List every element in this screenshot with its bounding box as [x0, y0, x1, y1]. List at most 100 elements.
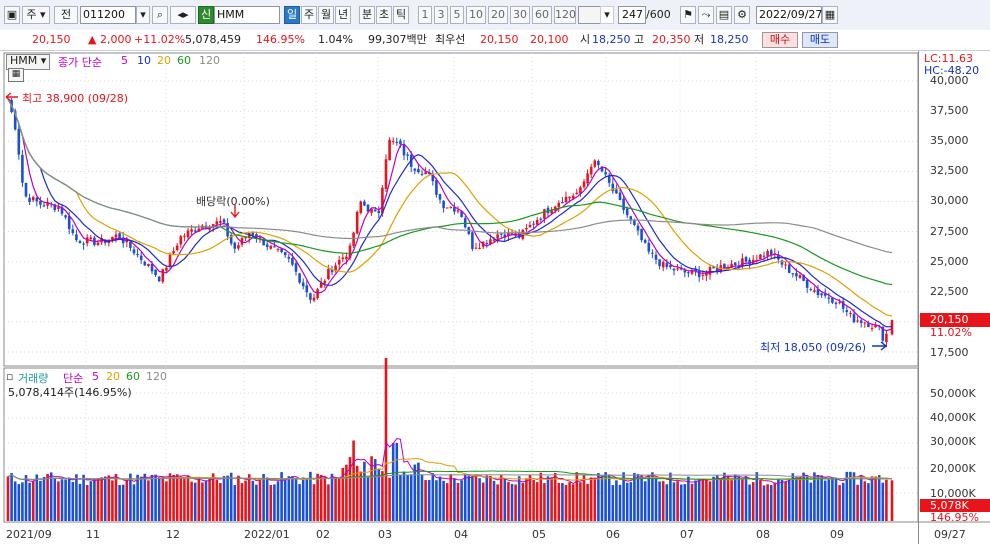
period-tab-week[interactable]: 주	[301, 6, 317, 24]
buy-button[interactable]: 매수	[762, 32, 798, 48]
volume-bar	[489, 475, 492, 521]
period-tab-tick[interactable]: 틱	[393, 6, 409, 24]
window-menu-icon[interactable]: ▣	[4, 6, 20, 24]
period-tab-year[interactable]: 년	[335, 6, 351, 24]
volume-bar	[571, 484, 575, 521]
candle-body	[276, 249, 280, 251]
minute-option-10[interactable]: 10	[466, 6, 486, 24]
minute-option-1[interactable]: 1	[418, 6, 432, 24]
candle-body	[449, 206, 453, 208]
minute-option-3[interactable]: 3	[434, 6, 448, 24]
candle-body	[21, 154, 24, 183]
date-input[interactable]: 2022/09/27	[756, 6, 822, 24]
volume-legend-ma120: 120	[146, 370, 167, 383]
ma120-line	[7, 98, 893, 254]
candle-body	[845, 310, 849, 312]
type-select[interactable]: 전	[54, 6, 78, 24]
candle-body	[287, 256, 291, 259]
compare-icon[interactable]: ⤳	[698, 6, 714, 24]
candle-body	[532, 223, 535, 225]
volume-bar	[679, 484, 683, 521]
candle-body	[593, 160, 597, 167]
volume-bar	[78, 483, 82, 521]
candle-body	[625, 208, 629, 216]
volume-bar	[183, 478, 186, 521]
y-tick-22500: 22,500	[930, 285, 969, 298]
volume-bar	[132, 484, 136, 521]
save-icon[interactable]: ▤	[716, 6, 732, 24]
grid-toggle-icon[interactable]: ▦	[8, 68, 24, 82]
volume-bar	[543, 483, 546, 521]
search-icon[interactable]: ⌕	[152, 6, 168, 24]
minute-option-30[interactable]: 30	[510, 6, 530, 24]
x-label-12: 12	[166, 528, 180, 541]
volume-bar	[103, 476, 107, 521]
code-input[interactable]: 011200	[80, 6, 136, 24]
price-legend-ma60: 60	[177, 54, 191, 67]
volume-bar	[687, 476, 690, 521]
volume-bar	[611, 485, 615, 521]
candle-body	[859, 320, 863, 323]
quote-turnover: 1.04%	[318, 33, 353, 46]
candle-body	[71, 229, 75, 233]
volume-current-pct-tag: 146.95%	[930, 511, 979, 524]
candle-body	[478, 247, 481, 249]
period-tab-month[interactable]: 월	[318, 6, 334, 24]
volume-bar	[712, 476, 715, 521]
current-pct-tag: 11.02%	[930, 326, 972, 339]
volume-legend-ma20: 20	[106, 370, 120, 383]
volume-bar	[100, 477, 103, 521]
code-dropdown-icon[interactable]: ▾	[136, 6, 150, 24]
volume-bar	[748, 484, 751, 521]
sell-button[interactable]: 매도	[802, 32, 838, 48]
calendar-icon[interactable]: ▦	[822, 6, 838, 24]
volume-bar	[388, 477, 391, 521]
volume-bar	[773, 482, 777, 521]
volume-bar	[636, 473, 640, 521]
candle-body	[420, 173, 424, 175]
candle-body	[139, 255, 143, 261]
volume-bar	[809, 482, 813, 521]
minute-option-20[interactable]: 20	[488, 6, 508, 24]
price-legend-ma10: 10	[137, 54, 151, 67]
settings-gear-icon[interactable]: ⚙	[734, 6, 750, 24]
stock-name-field[interactable]: HMM	[214, 6, 280, 24]
volume-bar	[838, 485, 841, 521]
x-label-date: 09/27	[934, 528, 966, 541]
minute-option-5[interactable]: 5	[450, 6, 464, 24]
period-tab-minute[interactable]: 분	[359, 6, 375, 24]
period-tab-second[interactable]: 초	[376, 6, 392, 24]
volume-bar	[118, 484, 121, 521]
volume-bar	[193, 482, 197, 521]
period-tab-day[interactable]: 일	[284, 6, 300, 24]
volume-bar	[409, 474, 413, 521]
candle-body	[798, 275, 802, 278]
minute-option-60[interactable]: 60	[532, 6, 552, 24]
volume-bar	[525, 478, 528, 521]
candle-body	[312, 297, 316, 301]
candle-body	[352, 232, 355, 246]
candle-body	[17, 128, 21, 155]
candle-body	[305, 285, 309, 293]
candle-body	[75, 234, 78, 241]
volume-bar	[867, 483, 870, 521]
price-volume-chart[interactable]	[0, 51, 990, 544]
count-input[interactable]: 247	[618, 6, 646, 24]
sound-icon[interactable]: ◂▸	[170, 6, 196, 24]
custom-interval-dropdown-icon[interactable]: ▾	[600, 6, 614, 24]
volume-bar	[726, 476, 730, 521]
candle-body	[24, 182, 28, 197]
quote-amount: 99,307백만	[368, 33, 427, 46]
volume-bar	[881, 482, 885, 521]
volume-bar	[694, 480, 697, 521]
volume-bar	[82, 474, 85, 521]
market-select[interactable]: 주 ▾	[22, 6, 50, 24]
volume-bar	[13, 481, 17, 521]
minute-option-120[interactable]: 120	[554, 6, 576, 24]
volume-bar	[890, 480, 894, 521]
fav-icon[interactable]: ⚑	[680, 6, 696, 24]
volume-bar	[222, 476, 226, 521]
candle-body	[658, 259, 661, 267]
volume-bar	[240, 483, 244, 521]
volume-bar	[67, 477, 71, 521]
